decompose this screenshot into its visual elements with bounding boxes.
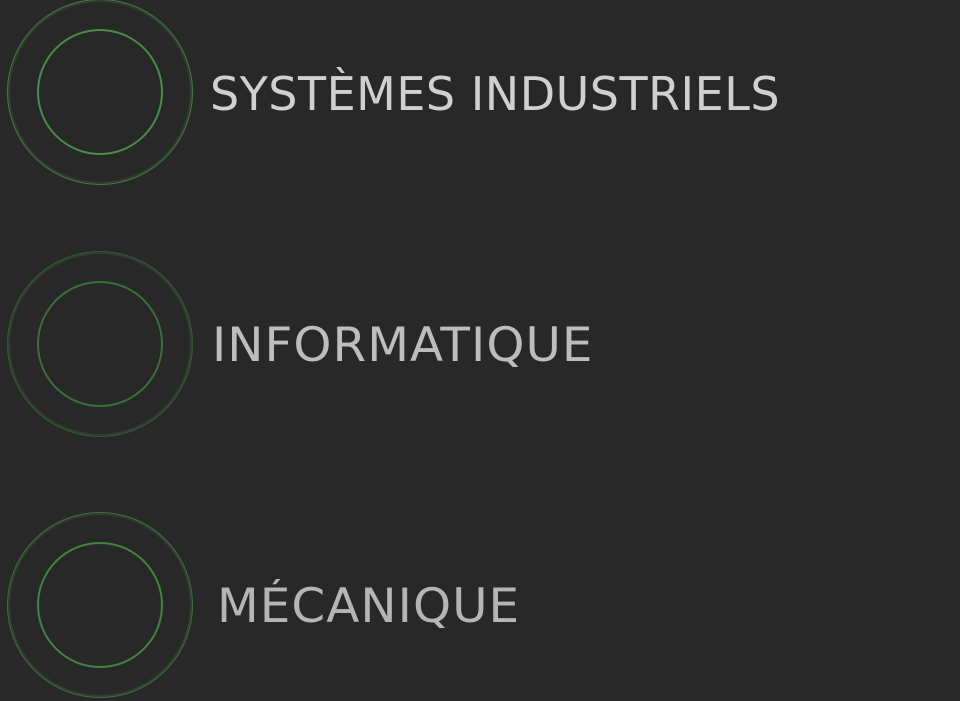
menu-item-label: SYSTÈMES INDUSTRIELS: [210, 67, 781, 121]
menu-item-informatique[interactable]: INFORMATIQUE: [6, 250, 946, 440]
category-menu: SYSTÈMES INDUSTRIELS INFORMATIQUE MÉCANI…: [0, 0, 960, 700]
menu-item-label: INFORMATIQUE: [212, 318, 594, 373]
menu-item-mecanique[interactable]: MÉCANIQUE: [6, 511, 946, 701]
menu-item-systemes-industriels[interactable]: SYSTÈMES INDUSTRIELS: [6, 0, 946, 188]
ring-inner: [37, 29, 163, 155]
ring-inner: [37, 542, 163, 668]
ring-icon: [6, 0, 196, 188]
menu-item-label: MÉCANIQUE: [217, 579, 521, 634]
ring-icon: [6, 511, 196, 701]
ring-inner: [37, 281, 163, 407]
ring-icon: [6, 250, 196, 440]
